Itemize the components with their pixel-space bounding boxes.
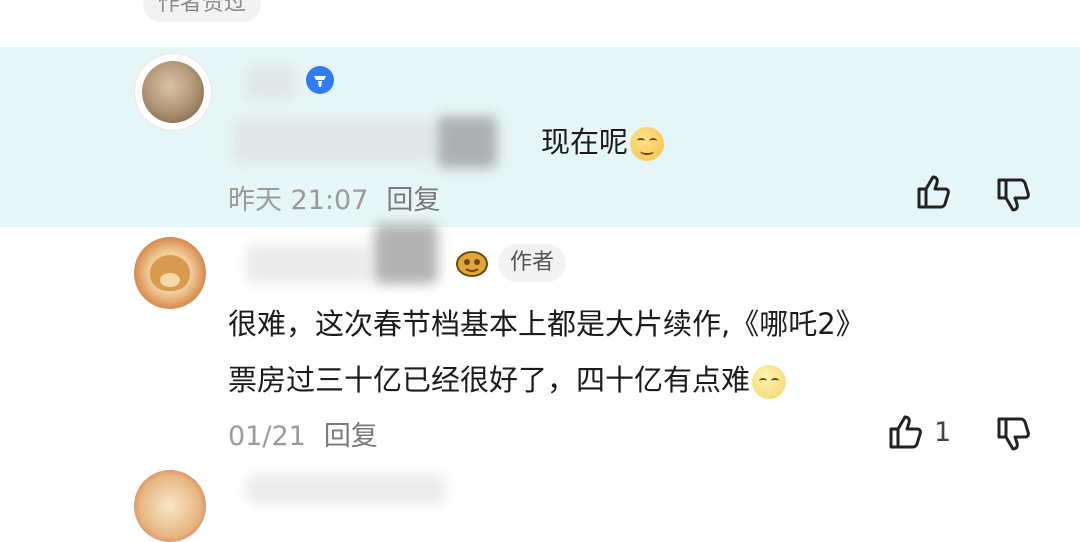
quoted-user-redacted — [232, 118, 432, 164]
comment-text-line1: 很难，这次春节档基本上都是大片续作,《哪吒2》 — [228, 307, 865, 341]
like-count: 1 — [934, 417, 952, 448]
timestamp: 昨天 21:07 — [228, 185, 369, 216]
username-redacted — [245, 66, 295, 100]
comment-text-line2: 票房过三十亿已经很好了，四十亿有点难 — [228, 360, 787, 400]
thumbs-down-icon[interactable] — [994, 175, 1034, 215]
avatar[interactable] — [134, 237, 206, 309]
timestamp: 01/21 — [228, 421, 306, 452]
author-liked-tag: 作者赞过 — [143, 0, 262, 22]
username-redacted — [246, 244, 371, 284]
quoted-avatar-redacted — [437, 116, 497, 168]
verified-badge-icon — [306, 66, 334, 94]
smiling-sunglasses-emoji-icon — [630, 127, 665, 161]
avatar[interactable] — [134, 470, 206, 542]
avatar[interactable] — [134, 53, 212, 131]
fan-badge-icon — [456, 251, 488, 277]
reply-meta: 昨天 21:07 回复 — [228, 178, 440, 217]
thumbs-down-icon[interactable] — [994, 414, 1034, 454]
reply-button[interactable]: 回复 — [386, 185, 440, 216]
moon-face-emoji-icon — [752, 365, 787, 399]
username-redacted — [374, 224, 438, 284]
comment-meta: 01/21 回复 — [228, 414, 378, 453]
author-tag: 作者 — [498, 244, 567, 282]
thumbs-up-icon[interactable] — [914, 172, 954, 212]
reply-text: 现在呢 — [541, 122, 665, 162]
username-redacted — [246, 474, 446, 504]
reply-button[interactable]: 回复 — [324, 421, 378, 452]
thumbs-up-icon[interactable] — [886, 412, 926, 452]
